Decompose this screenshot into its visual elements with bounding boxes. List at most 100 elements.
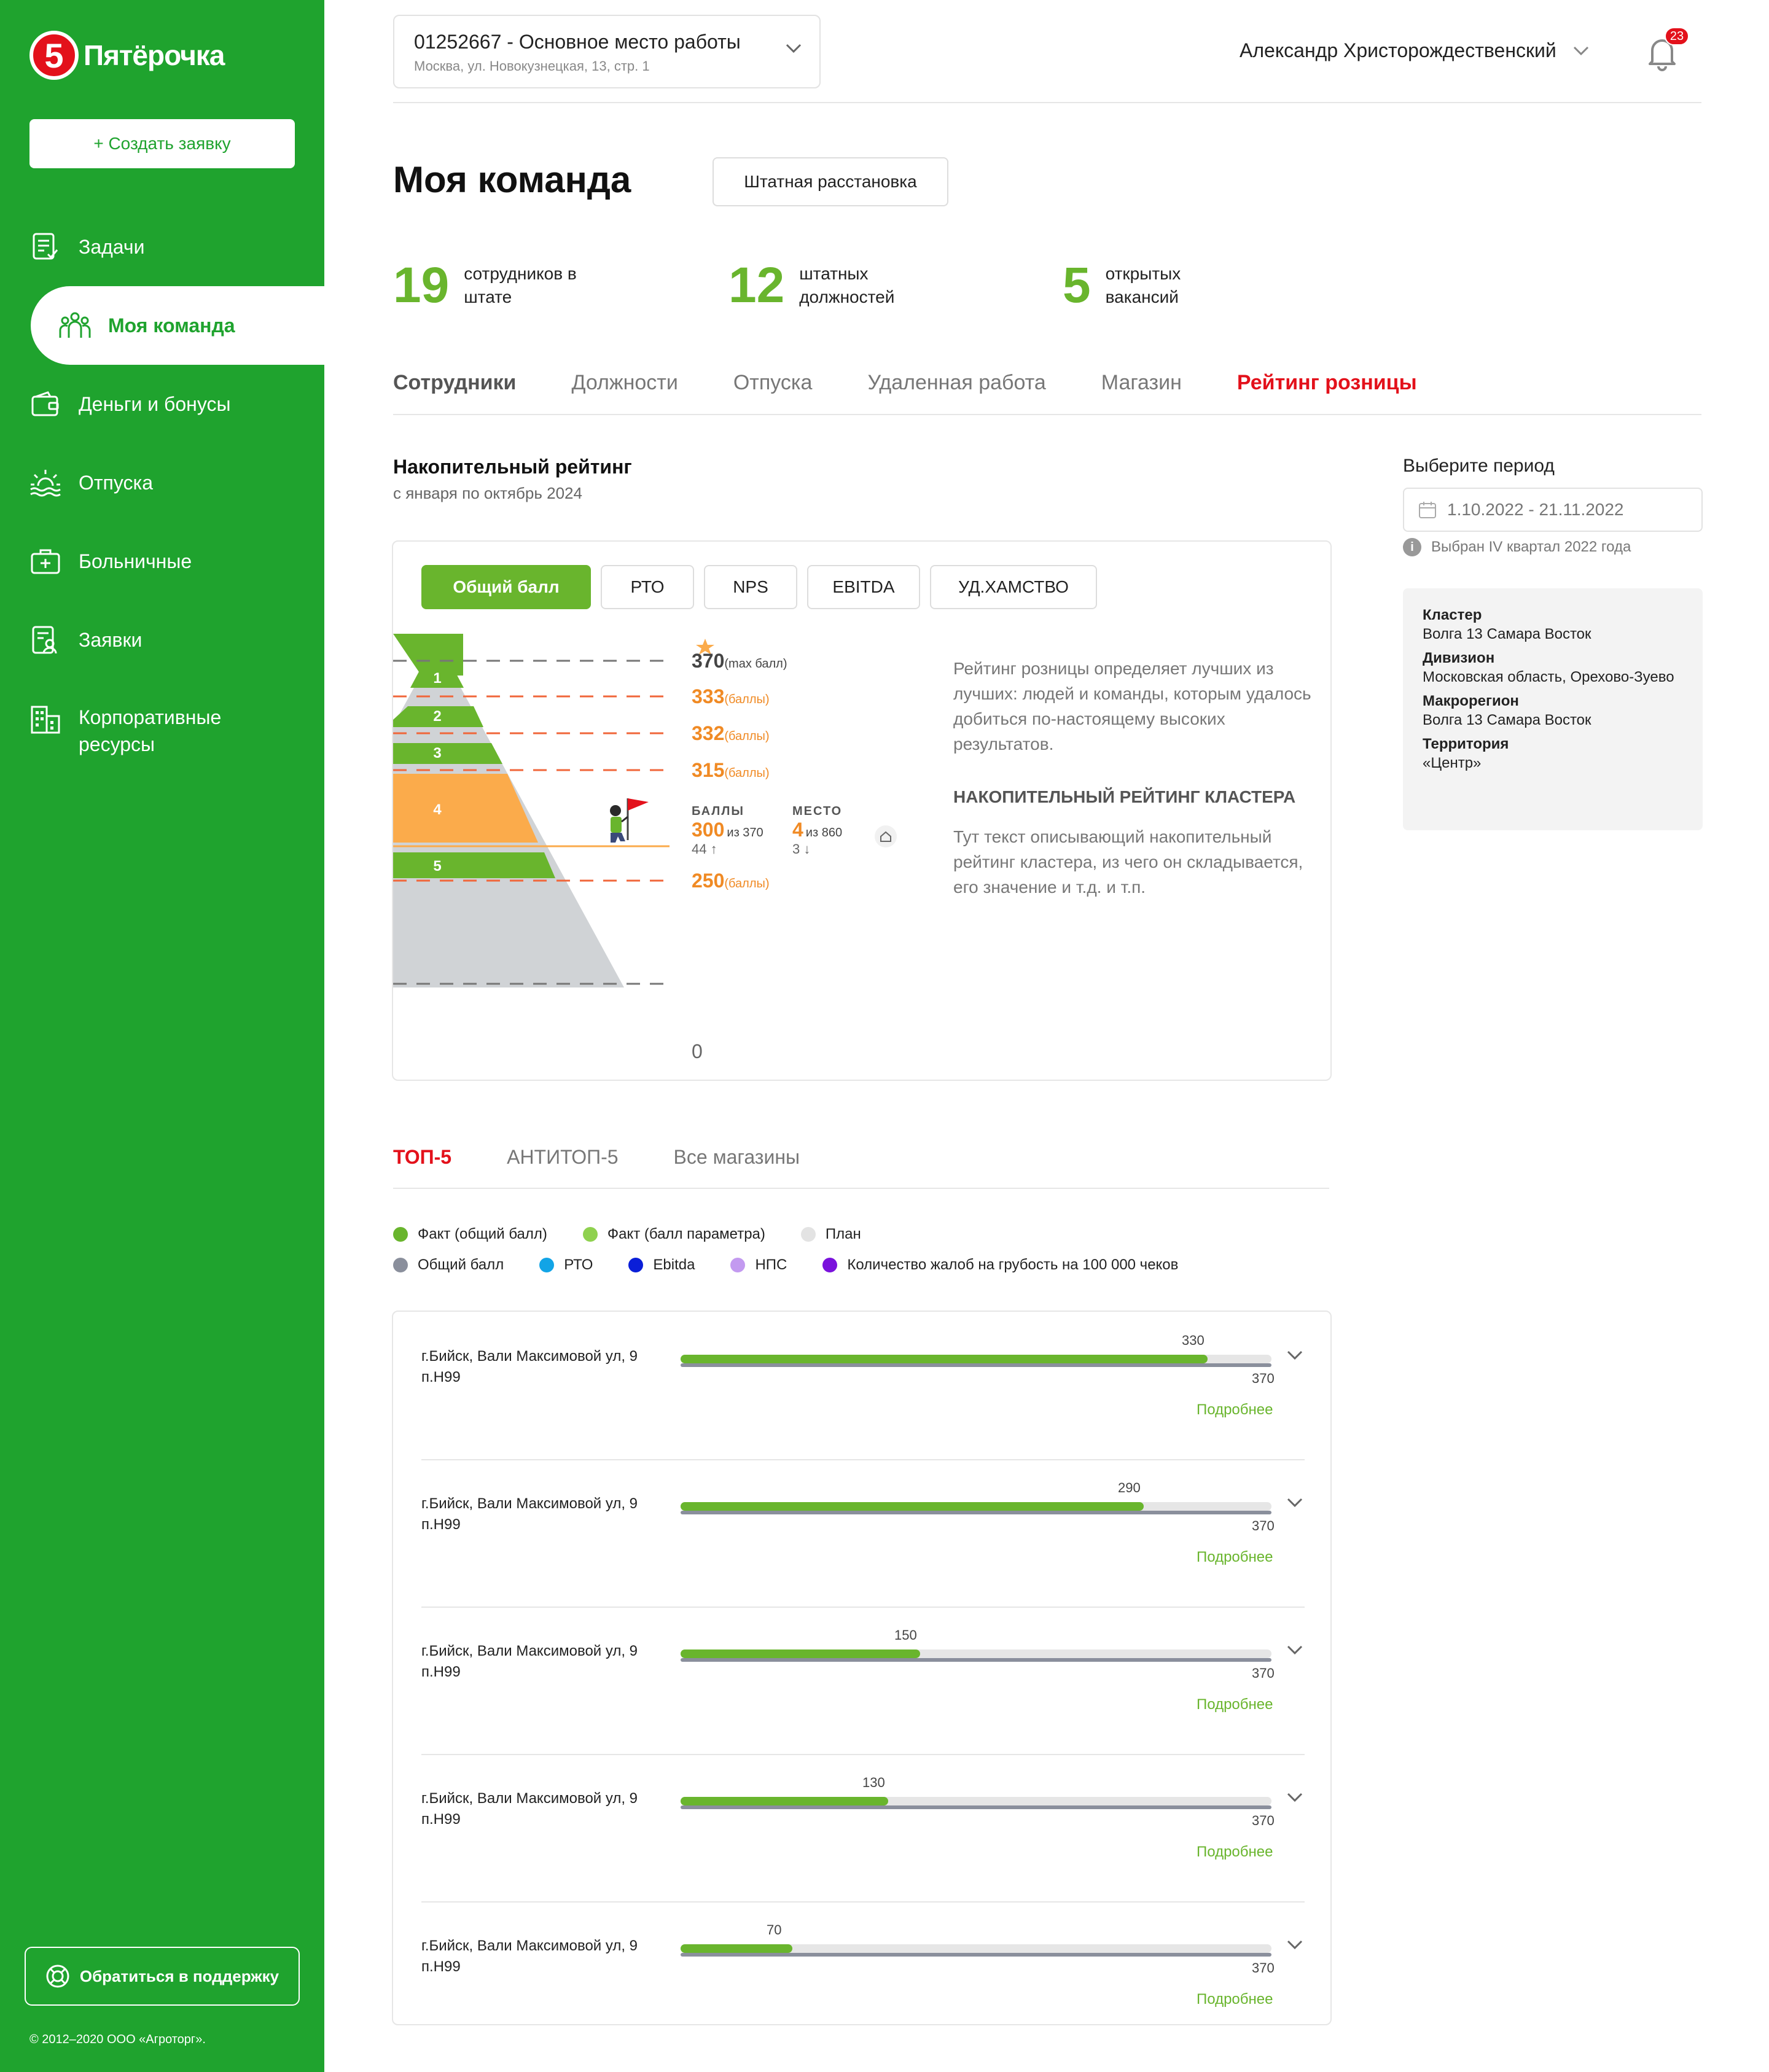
period-input[interactable]: 1.10.2022 - 21.11.2022 xyxy=(1403,488,1703,532)
support-label: Обратиться в поддержку xyxy=(79,1966,279,1985)
team-icon xyxy=(59,310,91,341)
details-link[interactable]: Подробнее xyxy=(1197,1844,1273,1861)
legend-item: Ebitda xyxy=(628,1256,695,1274)
workplace-title: 01252667 - Основное место работы xyxy=(414,31,741,53)
total-score-bar xyxy=(681,1511,1271,1514)
cluster-rating-title: НАКОПИТЕЛЬНЫЙ РЕЙТИНГ КЛАСТЕРА xyxy=(953,787,1296,806)
stat-positions: 12 штатных должностей xyxy=(728,258,947,313)
details-link[interactable]: Подробнее xyxy=(1197,1401,1273,1419)
pyramid-rank-5: 5 xyxy=(433,858,441,874)
top-tabs: ТОП-5 АНТИТОП-5 Все магазины xyxy=(393,1146,855,1169)
filter-ebitda[interactable]: EBITDA xyxy=(807,565,920,609)
tab-all-stores[interactable]: Все магазины xyxy=(674,1146,800,1169)
user-menu[interactable]: Александр Христорождественский xyxy=(1240,39,1590,62)
store-address-line: г.Бийск, Вали Максимовой ул, 9 xyxy=(421,1495,638,1512)
tab-vacations[interactable]: Отпуска xyxy=(733,371,813,395)
org-info-box: Кластер Волга 13 Самара Восток Дивизион … xyxy=(1403,588,1703,830)
logo[interactable]: 5 Пятёрочка xyxy=(29,31,225,80)
legend-label: План xyxy=(825,1226,861,1242)
sidebar-item-requests[interactable]: Заявки xyxy=(29,624,324,656)
sidebar-item-label: Корпоративные ресурсы xyxy=(79,706,222,755)
stat-vacancies: 5 открытых вакансий xyxy=(1063,258,1253,313)
plan-value: 370 xyxy=(1252,1371,1275,1386)
plan-bar xyxy=(681,1502,1271,1511)
fact-value: 330 xyxy=(1182,1333,1205,1348)
sidebar-item-my-team[interactable]: Моя команда xyxy=(31,286,324,365)
tab-retail-rating[interactable]: Рейтинг розницы xyxy=(1237,371,1417,395)
info-label: Кластер xyxy=(1423,607,1482,623)
wallet-icon xyxy=(29,388,61,420)
rating-subtitle: с января по октябрь 2024 xyxy=(393,484,582,502)
tab-positions[interactable]: Должности xyxy=(571,371,678,395)
sidebar-item-label: Больничные xyxy=(79,550,192,572)
person-flag-icon xyxy=(610,798,649,843)
page-title: Моя команда xyxy=(393,159,631,200)
period-value: 1.10.2022 - 21.11.2022 xyxy=(1447,500,1624,519)
tab-remote-work[interactable]: Удаленная работа xyxy=(867,371,1045,395)
tabs-divider xyxy=(393,414,1701,415)
tab-store[interactable]: Магазин xyxy=(1101,371,1182,395)
sidebar-item-corporate-resources[interactable]: Корпоративные ресурсы xyxy=(29,704,324,758)
stat-label: открытых вакансий xyxy=(1105,264,1181,306)
workplace-address: Москва, ул. Новокузнецкая, 13, стр. 1 xyxy=(414,58,650,74)
store-address: г.Бийск, Вали Максимовой ул, 9 п.Н99 xyxy=(421,1788,679,1830)
details-link[interactable]: Подробнее xyxy=(1197,1696,1273,1713)
legend-dot xyxy=(822,1258,838,1272)
sidebar-item-money[interactable]: Деньги и бонусы xyxy=(29,388,324,420)
chevron-down-icon[interactable] xyxy=(1286,1350,1303,1361)
fact-bar xyxy=(681,1502,1144,1511)
create-request-button[interactable]: + Создать заявку xyxy=(29,119,295,168)
calendar-icon xyxy=(1419,502,1436,518)
filter-rto[interactable]: РТО xyxy=(601,565,694,609)
tab-top5[interactable]: ТОП-5 xyxy=(393,1146,451,1169)
pyramid-rank-2: 2 xyxy=(433,708,441,725)
pyramid-level-3-band xyxy=(393,743,502,764)
tab-employees[interactable]: Сотрудники xyxy=(393,371,516,395)
details-link[interactable]: Подробнее xyxy=(1197,1991,1273,2008)
sidebar-item-label: Отпуска xyxy=(79,472,154,494)
store-address: г.Бийск, Вали Максимовой ул, 9 п.Н99 xyxy=(421,1641,679,1683)
chevron-down-icon[interactable] xyxy=(1286,1645,1303,1656)
store-address-line: г.Бийск, Вали Максимовой ул, 9 xyxy=(421,1938,638,1954)
support-button[interactable]: Обратиться в поддержку xyxy=(25,1947,300,2006)
staff-arrangement-button[interactable]: Штатная расстановка xyxy=(713,157,948,206)
store-address-line: г.Бийск, Вали Максимовой ул, 9 xyxy=(421,1348,638,1365)
score-zero: 0 xyxy=(692,1040,703,1062)
store-address: г.Бийск, Вали Максимовой ул, 9 п.Н99 xyxy=(421,1346,679,1388)
home-icon[interactable] xyxy=(873,824,898,849)
pyramid-level-5-band xyxy=(393,852,555,878)
sidebar-item-sick-leave[interactable]: Больничные xyxy=(29,545,324,577)
legend-label: Количество жалоб на грубость на 100 000 … xyxy=(847,1256,1179,1273)
tab-antitop5[interactable]: АНТИТОП-5 xyxy=(507,1146,618,1169)
store-code: п.Н99 xyxy=(421,1811,461,1828)
sidebar-item-vacations[interactable]: Отпуска xyxy=(29,467,324,499)
plan-value: 370 xyxy=(1252,1813,1275,1828)
legend-label: Общий балл xyxy=(418,1256,504,1273)
period-note: i Выбран IV квартал 2022 года xyxy=(1403,538,1631,556)
legend-dot xyxy=(628,1258,644,1272)
workplace-select[interactable]: 01252667 - Основное место работы Москва,… xyxy=(393,15,821,88)
store-address-line: г.Бийск, Вали Максимовой ул, 9 xyxy=(421,1790,638,1807)
chevron-down-icon[interactable] xyxy=(1286,1939,1303,1950)
filter-rudeness[interactable]: УД.ХАМСТВО xyxy=(930,565,1097,609)
chevron-down-icon[interactable] xyxy=(1286,1792,1303,1803)
filter-total-score[interactable]: Общий балл xyxy=(421,565,591,609)
store-row: г.Бийск, Вали Максимовой ул, 9 п.Н99 290 37… xyxy=(421,1459,1305,1607)
sidebar-item-tasks[interactable]: Задачи xyxy=(29,231,324,263)
info-value: Волга 13 Самара Восток xyxy=(1423,712,1591,728)
pyramid-rank-4: 4 xyxy=(433,801,442,818)
legend-dot xyxy=(393,1227,408,1242)
details-link[interactable]: Подробнее xyxy=(1197,1549,1273,1566)
rating-filters: Общий балл РТО NPS EBITDA УД.ХАМСТВО xyxy=(421,565,1107,609)
current-place: МЕСТО 4 из 860 3 ↓ xyxy=(792,804,843,857)
store-code: п.Н99 xyxy=(421,1369,461,1385)
team-tabs: Сотрудники Должности Отпуска Удаленная р… xyxy=(393,371,1472,395)
score-level-5: 250(баллы) xyxy=(692,870,770,892)
stat-number: 5 xyxy=(1063,257,1091,313)
info-value: Московская область, Орехово-Зуево xyxy=(1423,669,1674,685)
info-label: Макрорегион xyxy=(1423,693,1519,709)
chevron-down-icon[interactable] xyxy=(1286,1497,1303,1508)
filter-nps[interactable]: NPS xyxy=(704,565,797,609)
legend-row-2: Общий балл РТО Ebitda НПС Количество жалоб н… xyxy=(393,1256,1214,1274)
notification-badge: 23 xyxy=(1665,27,1689,45)
